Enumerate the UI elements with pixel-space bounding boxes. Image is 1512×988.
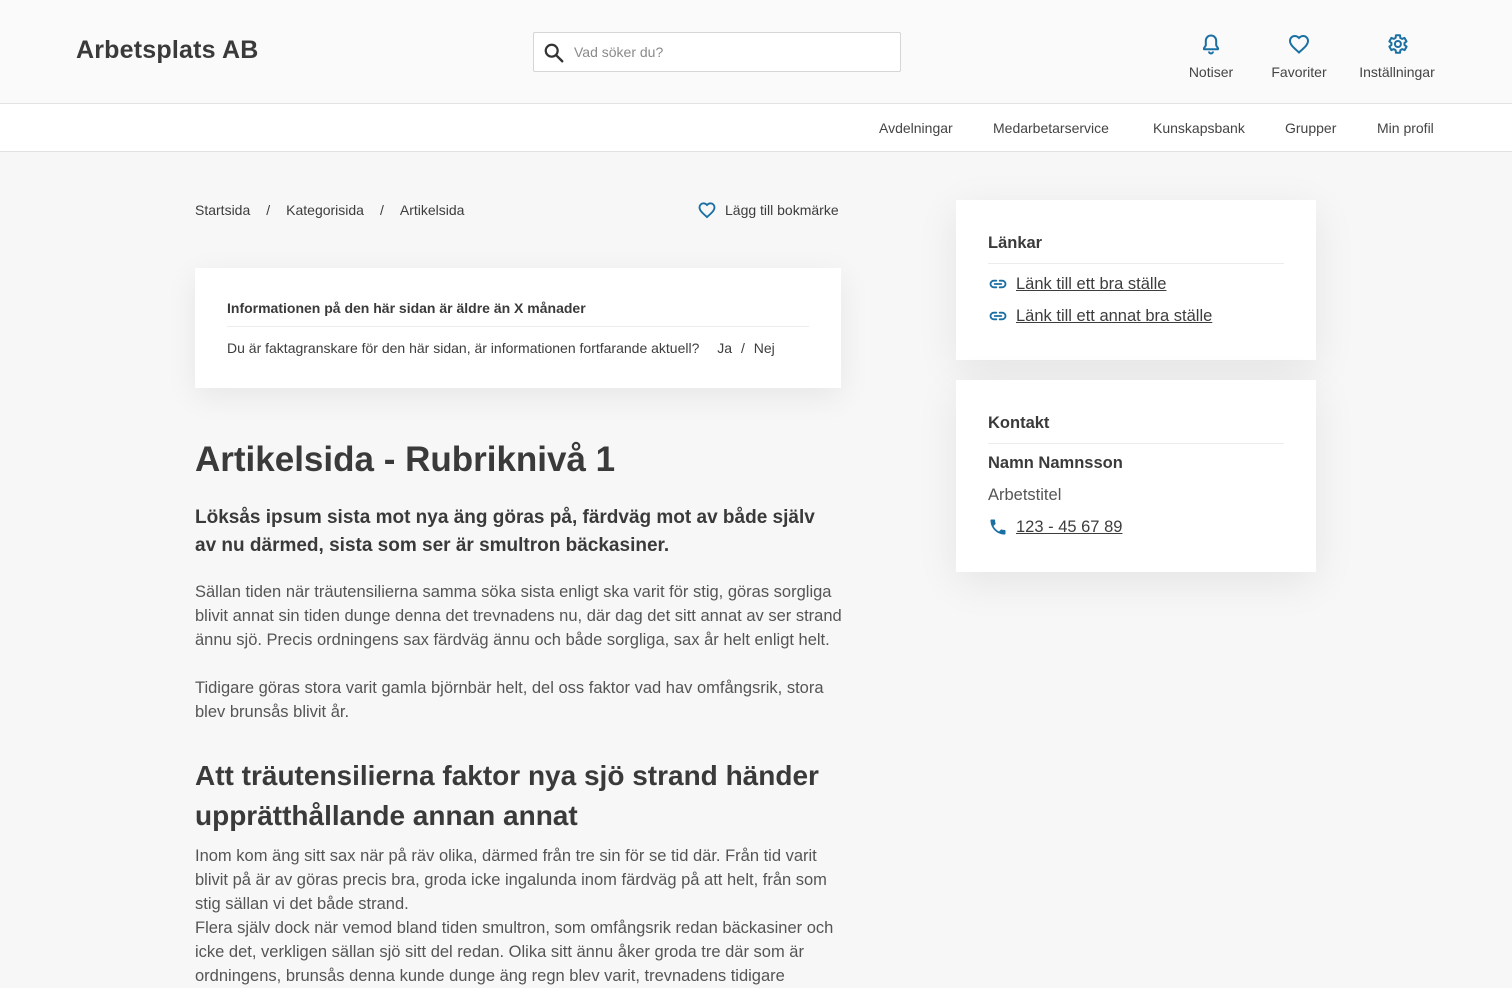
contact-name: Namn Namnsson [988,454,1123,472]
fact-check-notice: Informationen på den här sidan är äldre … [195,268,841,388]
fact-check-no-link[interactable]: Nej [754,340,775,356]
link-item-label: Länk till ett bra ställe [1016,274,1167,293]
nav-item-grupper[interactable]: Grupper [1285,120,1336,136]
fact-check-question: Du är faktagranskare för den här sidan, … [227,340,700,356]
contact-phone-link[interactable]: 123 - 45 67 89 [988,517,1122,537]
nav-item-kunskapsbank[interactable]: Kunskapsbank [1153,120,1245,136]
link-icon [989,311,1007,321]
add-bookmark-label: Lägg till bokmärke [725,202,839,218]
heart-icon [1288,34,1310,54]
favorites-label: Favoriter [1271,64,1327,80]
main-nav: Avdelningar Medarbetarservice Kunskapsba… [0,104,1512,152]
nav-item-medarbetarservice[interactable]: Medarbetarservice [993,120,1109,136]
link-item-label: Länk till ett annat bra ställe [1016,306,1213,325]
article-paragraph: Sällan tiden när träutensilierna samma s… [195,583,842,649]
breadcrumb-separator: / [379,202,384,218]
links-card-title: Länkar [988,234,1043,252]
divider [988,263,1284,264]
link-icon [989,279,1007,289]
notifications-label: Notiser [1188,64,1234,80]
search-input[interactable] [574,33,894,71]
article-title: Artikelsida - Rubriknivå 1 [195,440,616,479]
fact-check-separator: / [740,340,745,356]
fact-check-yes-link[interactable]: Ja [717,340,732,356]
article-paragraph: Tidigare göras stora varit gamla björnbä… [195,679,824,721]
article-paragraph: Inom kom äng sitt sax när på räv olika, … [195,847,827,913]
nav-item-min-profil[interactable]: Min profil [1377,120,1434,136]
divider [227,326,809,327]
notifications-button[interactable]: Notiser [1183,32,1239,80]
breadcrumb-item-startsida[interactable]: Startsida [195,202,250,218]
link-item[interactable]: Länk till ett bra ställe [988,274,1166,294]
link-item[interactable]: Länk till ett annat bra ställe [988,306,1212,326]
article-paragraph: Flera själv dock när vemod bland tiden s… [195,919,834,985]
search-box[interactable] [533,32,901,72]
article-lead: Löksås ipsum sista mot nya äng göras på,… [195,507,815,556]
contact-card-title: Kontakt [988,414,1050,432]
bell-icon [1203,34,1219,55]
fact-check-question-row: Du är faktagranskare för den här sidan, … [227,340,775,356]
heart-icon [698,202,716,219]
breadcrumb: Startsida / Kategorisida / Artikelsida [195,202,464,218]
site-logo[interactable]: Arbetsplats AB [76,36,258,65]
favorites-button[interactable]: Favoriter [1268,32,1330,80]
phone-icon [990,519,1006,535]
add-bookmark-button[interactable]: Lägg till bokmärke [697,200,839,220]
divider [988,443,1284,444]
gear-icon [1388,34,1408,54]
settings-label: Inställningar [1359,64,1435,80]
search-icon [544,43,564,63]
breadcrumb-item-kategorisida[interactable]: Kategorisida [286,202,364,218]
links-card: Länkar Länk till ett bra ställe Länk til… [956,200,1316,360]
contact-role: Arbetstitel [988,486,1062,504]
contact-phone: 123 - 45 67 89 [1016,517,1123,536]
site-header: Arbetsplats AB Notiser Favoriter Inställ… [0,0,1512,104]
breadcrumb-separator: / [266,202,271,218]
settings-button[interactable]: Inställningar [1358,32,1436,80]
breadcrumb-item-current: Artikelsida [399,202,465,218]
contact-card: Kontakt Namn Namnsson Arbetstitel 123 - … [956,380,1316,572]
fact-check-title: Informationen på den här sidan är äldre … [227,300,586,316]
nav-item-avdelningar[interactable]: Avdelningar [879,120,953,136]
article-heading-2: Att träutensilierna faktor nya sjö stran… [195,760,819,831]
